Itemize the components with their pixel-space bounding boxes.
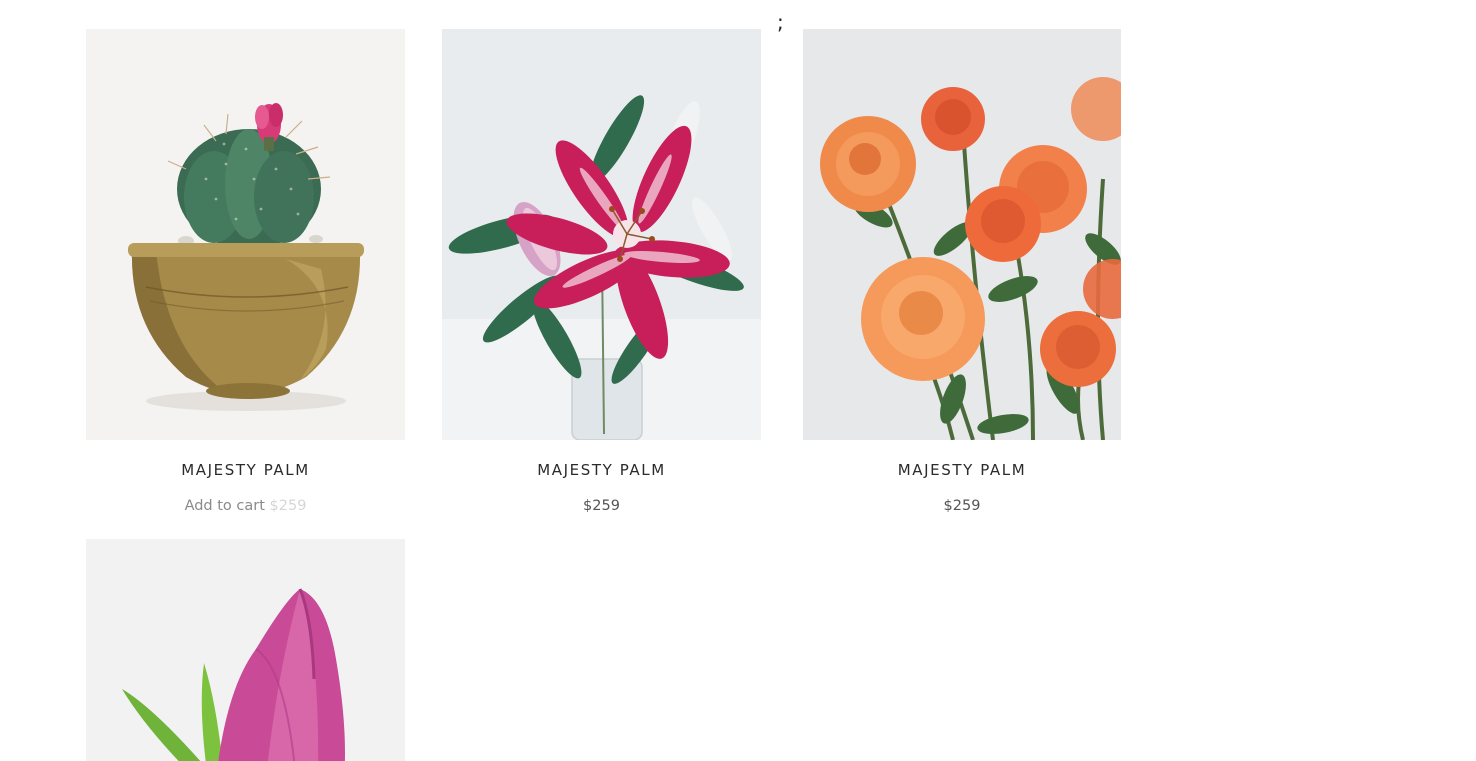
stray-semicolon: ; bbox=[777, 10, 784, 34]
product-title[interactable]: MAJESTY PALM bbox=[442, 461, 761, 479]
cactus-brass-pot-image bbox=[86, 29, 405, 440]
product-price-row: $259 bbox=[803, 497, 1121, 515]
product-image[interactable] bbox=[86, 539, 405, 761]
product-price-row: Add to cart $259 bbox=[86, 497, 405, 515]
product-card[interactable]: MAJESTY PALM $259 bbox=[803, 29, 1121, 515]
orange-roses-image bbox=[803, 29, 1121, 440]
product-image[interactable] bbox=[803, 29, 1121, 440]
pink-lily-image bbox=[442, 29, 761, 440]
product-price-row: $259 bbox=[442, 497, 761, 515]
product-image[interactable] bbox=[86, 29, 405, 440]
pink-tulip-image bbox=[86, 539, 405, 761]
add-to-cart-link[interactable]: Add to cart bbox=[185, 498, 265, 514]
product-card[interactable]: MAJESTY PALM Add to cart $259 bbox=[86, 29, 405, 515]
product-title[interactable]: MAJESTY PALM bbox=[803, 461, 1121, 479]
product-grid-page: ; MAJESTY PALM Add to cart $259 MAJESTY … bbox=[0, 0, 1476, 761]
product-price: $259 bbox=[269, 498, 307, 514]
product-image[interactable] bbox=[442, 29, 761, 440]
product-price: $259 bbox=[583, 498, 620, 514]
product-card[interactable] bbox=[86, 539, 405, 761]
product-card[interactable]: MAJESTY PALM $259 bbox=[442, 29, 761, 515]
product-title[interactable]: MAJESTY PALM bbox=[86, 461, 405, 479]
product-price: $259 bbox=[943, 498, 981, 514]
